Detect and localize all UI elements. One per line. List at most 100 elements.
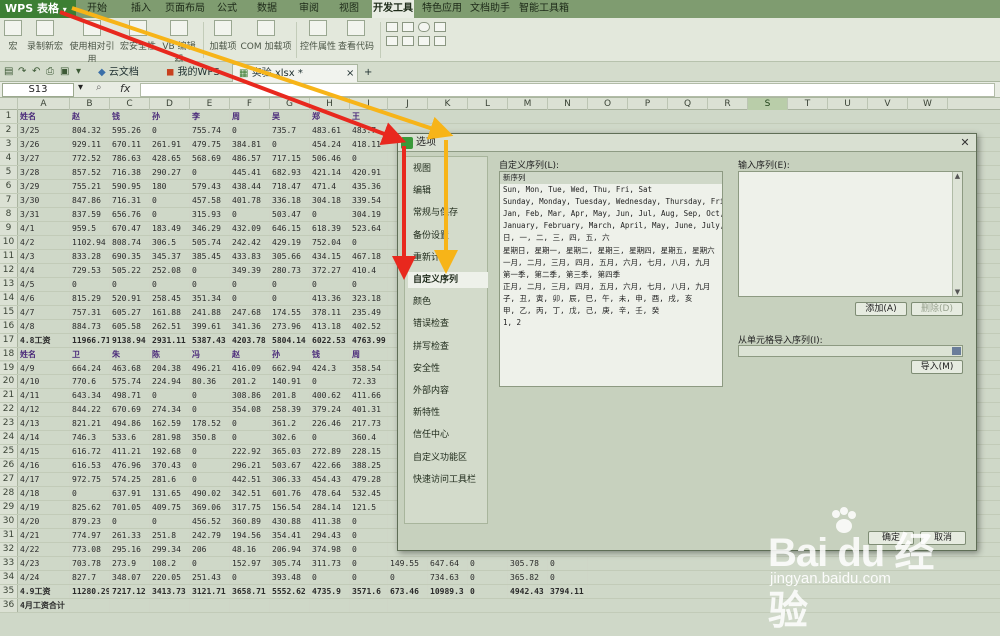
table-cell[interactable]: 0 [230,417,270,431]
table-cell[interactable]: 430.88 [270,515,310,529]
table-cell[interactable]: 251.43 [190,571,230,585]
column-header[interactable]: O [588,98,628,110]
row-header[interactable]: 33 [0,557,18,571]
table-cell[interactable]: 454.43 [310,473,350,487]
table-cell[interactable]: 194.56 [230,529,270,543]
table-cell[interactable]: 305.66 [270,249,310,263]
row-header[interactable]: 30 [0,515,18,529]
table-cell[interactable]: 523.64 [350,221,388,235]
table-cell[interactable]: 242.79 [190,529,230,543]
name-box[interactable]: S13 [2,83,74,97]
table-cell[interactable]: 3/25 [18,123,70,137]
table-cell[interactable]: 0 [350,529,388,543]
table-cell[interactable]: 3413.73 [150,585,190,599]
row-header[interactable]: 26 [0,459,18,473]
table-cell[interactable]: 0 [468,585,508,599]
table-cell[interactable]: 252.08 [150,263,190,277]
table-cell[interactable]: 372.27 [310,263,350,277]
table-cell[interactable]: 716.31 [110,193,150,207]
table-cell[interactable]: 0 [230,123,270,137]
table-cell[interactable]: 433.83 [230,249,270,263]
table-cell[interactable]: 4735.9 [310,585,350,599]
table-cell[interactable]: 206.94 [270,543,310,557]
options-nav-item[interactable]: 新特性 [413,405,489,421]
table-cell[interactable]: 5552.62 [270,585,310,599]
table-cell[interactable]: 703.78 [70,557,110,571]
table-cell[interactable] [230,599,270,612]
table-cell[interactable]: 206 [190,543,230,557]
table-cell[interactable]: 262.51 [150,319,190,333]
table-cell[interactable]: 周 [230,110,270,123]
table-cell[interactable]: 4/19 [18,501,70,515]
table-cell[interactable]: 467.18 [350,249,388,263]
table-cell[interactable]: 178.52 [190,417,230,431]
table-cell[interactable]: 662.94 [270,361,310,375]
table-cell[interactable]: 637.91 [110,487,150,501]
table-cell[interactable]: 505.22 [110,263,150,277]
table-cell[interactable]: 3/30 [18,193,70,207]
table-cell[interactable] [110,599,150,612]
table-cell[interactable]: 656.76 [110,207,150,221]
row-header[interactable]: 5 [0,165,18,179]
table-cell[interactable]: 261.91 [150,137,190,151]
table-cell[interactable]: 959.5 [70,221,110,235]
table-cell[interactable]: 972.75 [70,473,110,487]
table-cell[interactable]: 605.27 [110,305,150,319]
table-cell[interactable]: 827.7 [70,571,110,585]
row-header[interactable]: 28 [0,487,18,501]
table-cell[interactable]: 4/8 [18,319,70,333]
table-cell[interactable]: 463.68 [110,361,150,375]
table-cell[interactable]: 294.43 [310,529,350,543]
table-cell[interactable]: 422.66 [310,459,350,473]
table-cell[interactable]: 4/10 [18,375,70,389]
table-cell[interactable]: 4/5 [18,277,70,291]
menu-view[interactable]: 视图 [334,0,364,18]
table-cell[interactable]: 3/29 [18,179,70,193]
options-nav-item[interactable]: 备份设置 [413,228,489,244]
table-cell[interactable]: 418.11 [350,137,388,151]
table-cell[interactable]: 4/17 [18,473,70,487]
table-cell[interactable]: 0 [230,571,270,585]
table-cell[interactable]: 1102.94 [70,235,110,249]
table-cell[interactable]: 0 [310,277,350,291]
row-header[interactable]: 31 [0,529,18,543]
table-cell[interactable]: 616.53 [70,459,110,473]
table-cell[interactable]: 4/12 [18,403,70,417]
table-cell[interactable]: 0 [548,557,588,571]
table-cell[interactable]: 879.23 [70,515,110,529]
table-cell[interactable]: 825.62 [70,501,110,515]
table-cell[interactable] [270,599,310,612]
row-header[interactable]: 21 [0,389,18,403]
tab-active-workbook[interactable]: ▦ 实验.xlsx * × [232,64,358,82]
table-cell[interactable]: 673.46 [388,585,428,599]
menu-formula[interactable]: 公式 [212,0,242,18]
table-cell[interactable]: 735.7 [270,123,310,137]
custom-list-item[interactable]: 子, 丑, 寅, 卯, 辰, 巳, 午, 未, 申, 酉, 戌, 亥 [500,293,722,305]
table-cell[interactable]: 717.15 [270,151,310,165]
table-cell[interactable]: 411.21 [110,445,150,459]
table-cell[interactable]: 755.21 [70,179,110,193]
table-cell[interactable]: 192.68 [150,445,190,459]
column-header[interactable]: R [708,98,748,110]
custom-list-box[interactable]: 新序列 Sun, Mon, Tue, Wed, Thu, Fri, Sat Sund… [499,171,723,387]
table-cell[interactable]: 349.39 [230,263,270,277]
wps-menu-button[interactable]: WPS 表格 ▾ [0,0,76,18]
row-header[interactable]: 13 [0,277,18,291]
row-header[interactable]: 22 [0,403,18,417]
button-control-icon[interactable] [418,36,430,46]
table-cell[interactable]: 11966.71 [70,333,110,347]
table-cell[interactable]: 5804.14 [270,333,310,347]
table-cell[interactable]: 424.3 [310,361,350,375]
control-properties-button[interactable]: 控件属性 [300,20,336,60]
relative-reference-button[interactable]: 使用相对引用 [66,20,118,65]
table-cell[interactable]: 0 [270,137,310,151]
table-cell[interactable]: 郑 [310,110,350,123]
column-header[interactable]: M [508,98,548,110]
table-cell[interactable]: 647.64 [428,557,468,571]
row-header[interactable]: 6 [0,179,18,193]
table-cell[interactable]: 姓名 [18,347,70,361]
table-cell[interactable]: 729.53 [70,263,110,277]
table-cell[interactable]: 457.58 [190,193,230,207]
row-header[interactable]: 12 [0,263,18,277]
table-cell[interactable]: 0 [230,277,270,291]
